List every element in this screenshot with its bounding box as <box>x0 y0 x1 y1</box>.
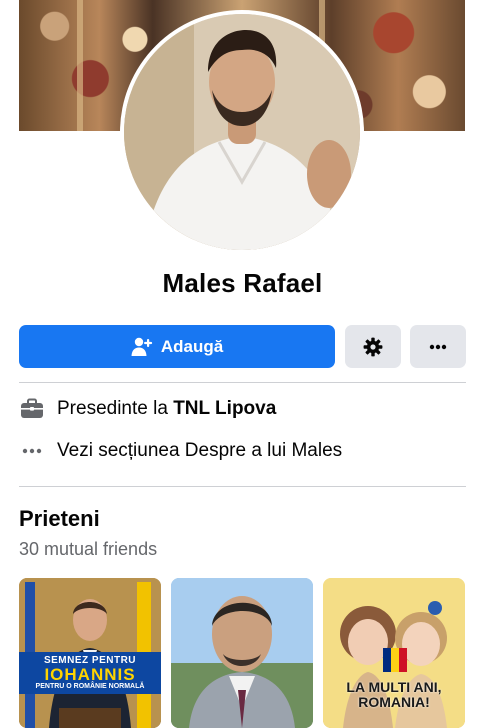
profile-name: Males Rafael <box>162 268 323 298</box>
banner-line: LA MULTI ANI, <box>346 679 442 695</box>
divider <box>19 486 466 487</box>
divider <box>19 382 466 383</box>
profile-picture-illustration <box>124 14 360 250</box>
see-about-label: Vezi secțiunea Despre a lui Males <box>57 440 343 461</box>
banner-line: PENTRU O ROMÂNIE NORMALĂ <box>35 683 145 690</box>
add-friend-label: Adaugă <box>160 336 224 356</box>
gear-icon <box>363 337 383 356</box>
banner-line: IOHANNIS <box>44 665 136 684</box>
work-place[interactable]: TNL Lipova <box>173 398 276 420</box>
work-prefix: Presedinte la <box>57 398 174 419</box>
add-friend-icon <box>131 337 152 356</box>
add-friend-button[interactable]: Adaugă <box>19 325 335 368</box>
friend-card-banner: LA MULTI ANI, ROMANIA! <box>323 680 465 710</box>
see-about-row[interactable]: Vezi secțiunea Despre a lui Males <box>19 438 342 464</box>
more-dots-icon <box>19 438 45 464</box>
briefcase-icon <box>19 396 45 422</box>
friend-photo <box>171 578 313 728</box>
more-dots-icon <box>429 344 447 349</box>
friends-section-title[interactable]: Prieteni <box>19 506 100 532</box>
work-info-row: Presedinte la TNL Lipova <box>19 396 276 422</box>
friend-card[interactable]: SEMNEZ PENTRU IOHANNIS PENTRU O ROMÂNIE … <box>19 578 161 728</box>
settings-button[interactable] <box>345 325 401 368</box>
mutual-friends-count[interactable]: 30 mutual friends <box>19 539 157 560</box>
more-options-button[interactable] <box>410 325 466 368</box>
cover-decoration <box>77 0 83 131</box>
profile-picture[interactable] <box>124 14 360 250</box>
friend-card[interactable]: LA MULTI ANI, ROMANIA! <box>323 578 465 728</box>
friend-card-banner: SEMNEZ PENTRU IOHANNIS PENTRU O ROMÂNIE … <box>19 652 161 694</box>
banner-line: ROMANIA! <box>358 694 430 710</box>
friend-card[interactable] <box>171 578 313 728</box>
